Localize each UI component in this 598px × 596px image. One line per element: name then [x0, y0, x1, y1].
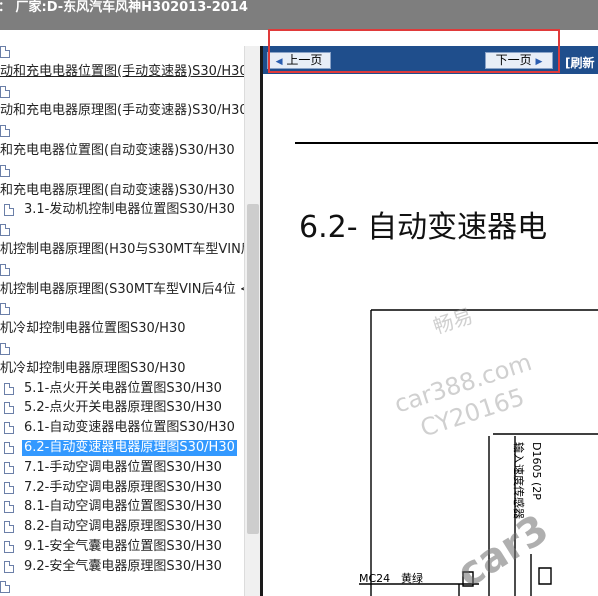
wiring-diagram: D1605 (2P 输入速度传感器 MC24 黄绿: [359, 309, 598, 596]
tree-item[interactable]: 5.1-点火开关电器位置图S30/H30: [0, 379, 244, 399]
tree-item-label: 8.2-自动空调电器原理图S30/H30: [24, 519, 222, 535]
document-icon: [4, 461, 14, 474]
tree-item-label: 机控制电器原理图(S30MT车型VIN后4位 <: [0, 281, 244, 297]
document-icon: [4, 204, 14, 217]
document-icon: [0, 125, 10, 138]
tree-item[interactable]: 动和充电电器位置图(手动变速器)S30/H30: [0, 62, 244, 82]
document-icon: [0, 164, 10, 177]
tree-item[interactable]: [0, 121, 244, 141]
tree-item[interactable]: [0, 46, 244, 62]
document-icon: [0, 580, 10, 593]
tree-item[interactable]: 7.2-手动空调电器原理图S30/H30: [0, 478, 244, 498]
document-icon: [0, 263, 10, 276]
window-title-bar: ： 厂家:D-东风汽车风神H302013-2014: [0, 0, 598, 30]
sensor-name-label: 输入速度传感器: [512, 442, 526, 519]
document-icon: [0, 85, 10, 98]
document-tree[interactable]: 动和充电电器位置图(手动变速器)S30/H30 动和充电电器原理图(手动变速器)S…: [0, 46, 244, 596]
document-icon: [4, 521, 14, 534]
tree-item[interactable]: [0, 339, 244, 359]
document-icon: [0, 343, 10, 355]
tree-item[interactable]: 机控制电器原理图(S30MT车型VIN后4位 <: [0, 280, 244, 300]
document-icon: [4, 442, 14, 454]
tree-item-label: 动和充电电器位置图(手动变速器)S30/H30: [0, 63, 244, 79]
tree-item-label: 5.1-点火开关电器位置图S30/H30: [24, 380, 222, 396]
tree-item[interactable]: 机冷却控制电器位置图S30/H30: [0, 319, 244, 339]
tree-item-label: 7.1-手动空调电器位置图S30/H30: [24, 459, 222, 475]
wire-id-label: MC24: [359, 572, 390, 585]
tree-item[interactable]: 8.2-自动空调电器原理图S30/H30: [0, 517, 244, 537]
document-icon: [4, 541, 14, 553]
document-icon: [4, 560, 14, 573]
tree-item[interactable]: [0, 577, 244, 596]
tree-item[interactable]: 动和充电电器原理图(手动变速器)S30/H30: [0, 101, 244, 121]
tree-item[interactable]: 9.1-安全气囊电器位置图S30/H30: [0, 537, 244, 557]
document-page: 6.2- 自动变速器电 D1605 (2P 输入速度传感器 MC24 黄绿 畅易…: [263, 74, 598, 596]
tree-item-label: 5.2-点火开关电器原理图S30/H30: [24, 400, 222, 416]
tree-item-label: 和充电电器位置图(自动变速器)S30/H30: [0, 143, 235, 158]
tree-item[interactable]: 机冷却控制电器原理图S30/H30: [0, 359, 244, 379]
document-icon: [4, 382, 14, 395]
tree-item[interactable]: 9.2-安全气囊电器原理图S30/H30: [0, 557, 244, 577]
tree-item-label: 9.2-安全气囊电器原理图S30/H30: [24, 558, 222, 574]
tree-item[interactable]: [0, 220, 244, 240]
tree-item-label: 3.1-发动机控制电器位置图S30/H30: [24, 202, 235, 218]
tree-item[interactable]: 8.1-自动空调电器位置图S30/H30: [0, 497, 244, 517]
tree-item-label: 7.2-手动空调电器原理图S30/H30: [24, 479, 222, 495]
tree-item-label: 和充电电器原理图(自动变速器)S30/H30: [0, 182, 235, 198]
tree-item-label: 动和充电电器原理图(手动变速器)S30/H30: [0, 103, 244, 119]
document-icon: [4, 501, 14, 514]
tree-item-label: 6.1-自动变速器电器位置图S30/H30: [24, 420, 235, 436]
document-icon: [4, 402, 14, 415]
connector-id-label: D1605 (2P: [530, 442, 543, 500]
tree-scrollbar[interactable]: [244, 46, 261, 596]
tree-item[interactable]: 和充电电器原理图(自动变速器)S30/H30: [0, 181, 244, 201]
document-icon: [4, 422, 14, 435]
tree-item[interactable]: [0, 299, 244, 319]
tree-item-label: 8.1-自动空调电器位置图S30/H30: [24, 499, 222, 515]
tree-item[interactable]: [0, 260, 244, 280]
tree-item-label: 9.1-安全气囊电器位置图S30/H30: [24, 539, 222, 554]
tree-item-label: 机控制电器原理图(H30与S30MT车型VIN后: [0, 242, 244, 257]
highlight-box: [268, 29, 560, 73]
tree-item[interactable]: 7.1-手动空调电器位置图S30/H30: [0, 458, 244, 478]
tree-item-label: 机冷却控制电器原理图S30/H30: [0, 360, 186, 376]
document-icon: [0, 46, 10, 58]
wire-color-label: 黄绿: [401, 571, 423, 585]
document-icon: [0, 224, 10, 237]
tree-item[interactable]: 5.2-点火开关电器原理图S30/H30: [0, 398, 244, 418]
tree-item[interactable]: 机控制电器原理图(H30与S30MT车型VIN后: [0, 240, 244, 260]
document-icon: [4, 481, 14, 494]
tree-item[interactable]: 6.1-自动变速器电器位置图S30/H30: [0, 418, 244, 438]
document-icon: [0, 303, 10, 316]
tree-item-label: 机冷却控制电器位置图S30/H30: [0, 321, 186, 337]
tree-scrollbar-thumb[interactable]: [247, 204, 259, 534]
window-title: ： 厂家:D-东风汽车风神H302013-2014: [0, 0, 248, 15]
tree-item[interactable]: [0, 82, 244, 102]
tree-item[interactable]: 和充电电器位置图(自动变速器)S30/H30: [0, 141, 244, 161]
tree-item-label: 6.2-自动变速器电器原理图S30/H30: [22, 440, 237, 456]
refresh-link[interactable]: [刷新: [565, 54, 595, 71]
tree-item[interactable]: [0, 161, 244, 181]
tree-item[interactable]: 3.1-发动机控制电器位置图S30/H30: [0, 200, 244, 220]
tree-item[interactable]: 6.2-自动变速器电器原理图S30/H30: [0, 438, 244, 458]
